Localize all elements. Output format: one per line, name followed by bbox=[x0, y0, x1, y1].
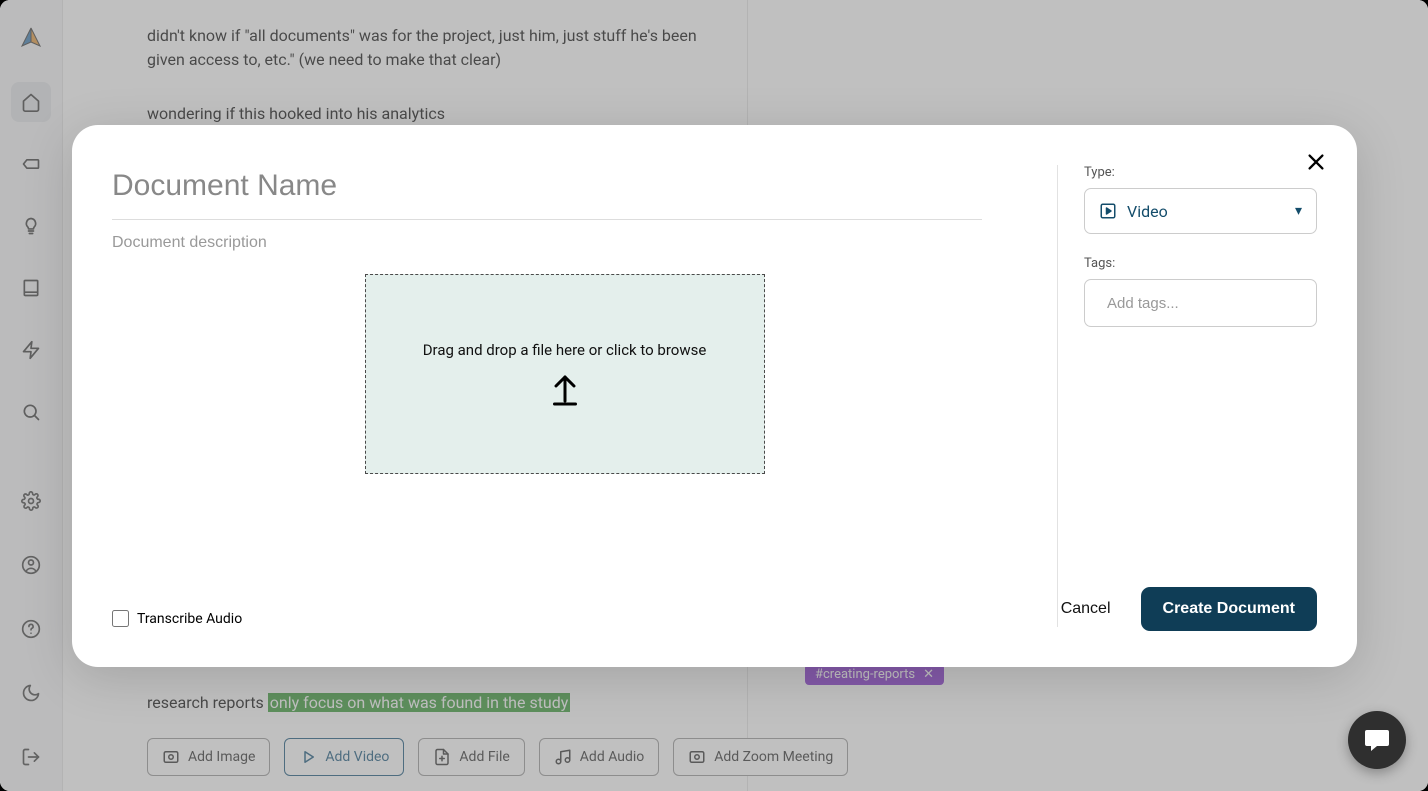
type-label: Type: bbox=[1084, 165, 1317, 180]
document-name-input[interactable] bbox=[112, 165, 982, 220]
file-dropzone[interactable]: Drag and drop a file here or click to br… bbox=[365, 274, 765, 474]
cancel-button[interactable]: Cancel bbox=[1061, 600, 1111, 618]
tags-input-wrap[interactable] bbox=[1084, 279, 1317, 327]
chat-fab[interactable] bbox=[1348, 711, 1406, 769]
create-document-modal: Drag and drop a file here or click to br… bbox=[72, 125, 1357, 667]
tags-input[interactable] bbox=[1107, 295, 1306, 312]
app-shell: didn't know if "all documents" was for t… bbox=[0, 0, 1428, 791]
play-square-icon bbox=[1099, 202, 1117, 220]
modal-overlay: Drag and drop a file here or click to br… bbox=[0, 0, 1428, 791]
chat-icon bbox=[1363, 726, 1391, 754]
chevron-down-icon: ▾ bbox=[1295, 203, 1302, 219]
dropzone-text: Drag and drop a file here or click to br… bbox=[423, 341, 707, 359]
modal-actions: Cancel Create Document bbox=[1061, 587, 1317, 631]
transcribe-label: Transcribe Audio bbox=[137, 611, 242, 627]
transcribe-checkbox[interactable] bbox=[112, 610, 129, 627]
close-icon[interactable] bbox=[1301, 147, 1331, 177]
transcribe-audio-row[interactable]: Transcribe Audio bbox=[112, 610, 1017, 627]
type-value: Video bbox=[1127, 202, 1168, 221]
tags-label: Tags: bbox=[1084, 256, 1317, 271]
upload-icon bbox=[547, 371, 583, 407]
create-document-button[interactable]: Create Document bbox=[1141, 587, 1317, 631]
document-description-input[interactable] bbox=[112, 220, 982, 266]
type-select[interactable]: Video ▾ bbox=[1084, 188, 1317, 234]
